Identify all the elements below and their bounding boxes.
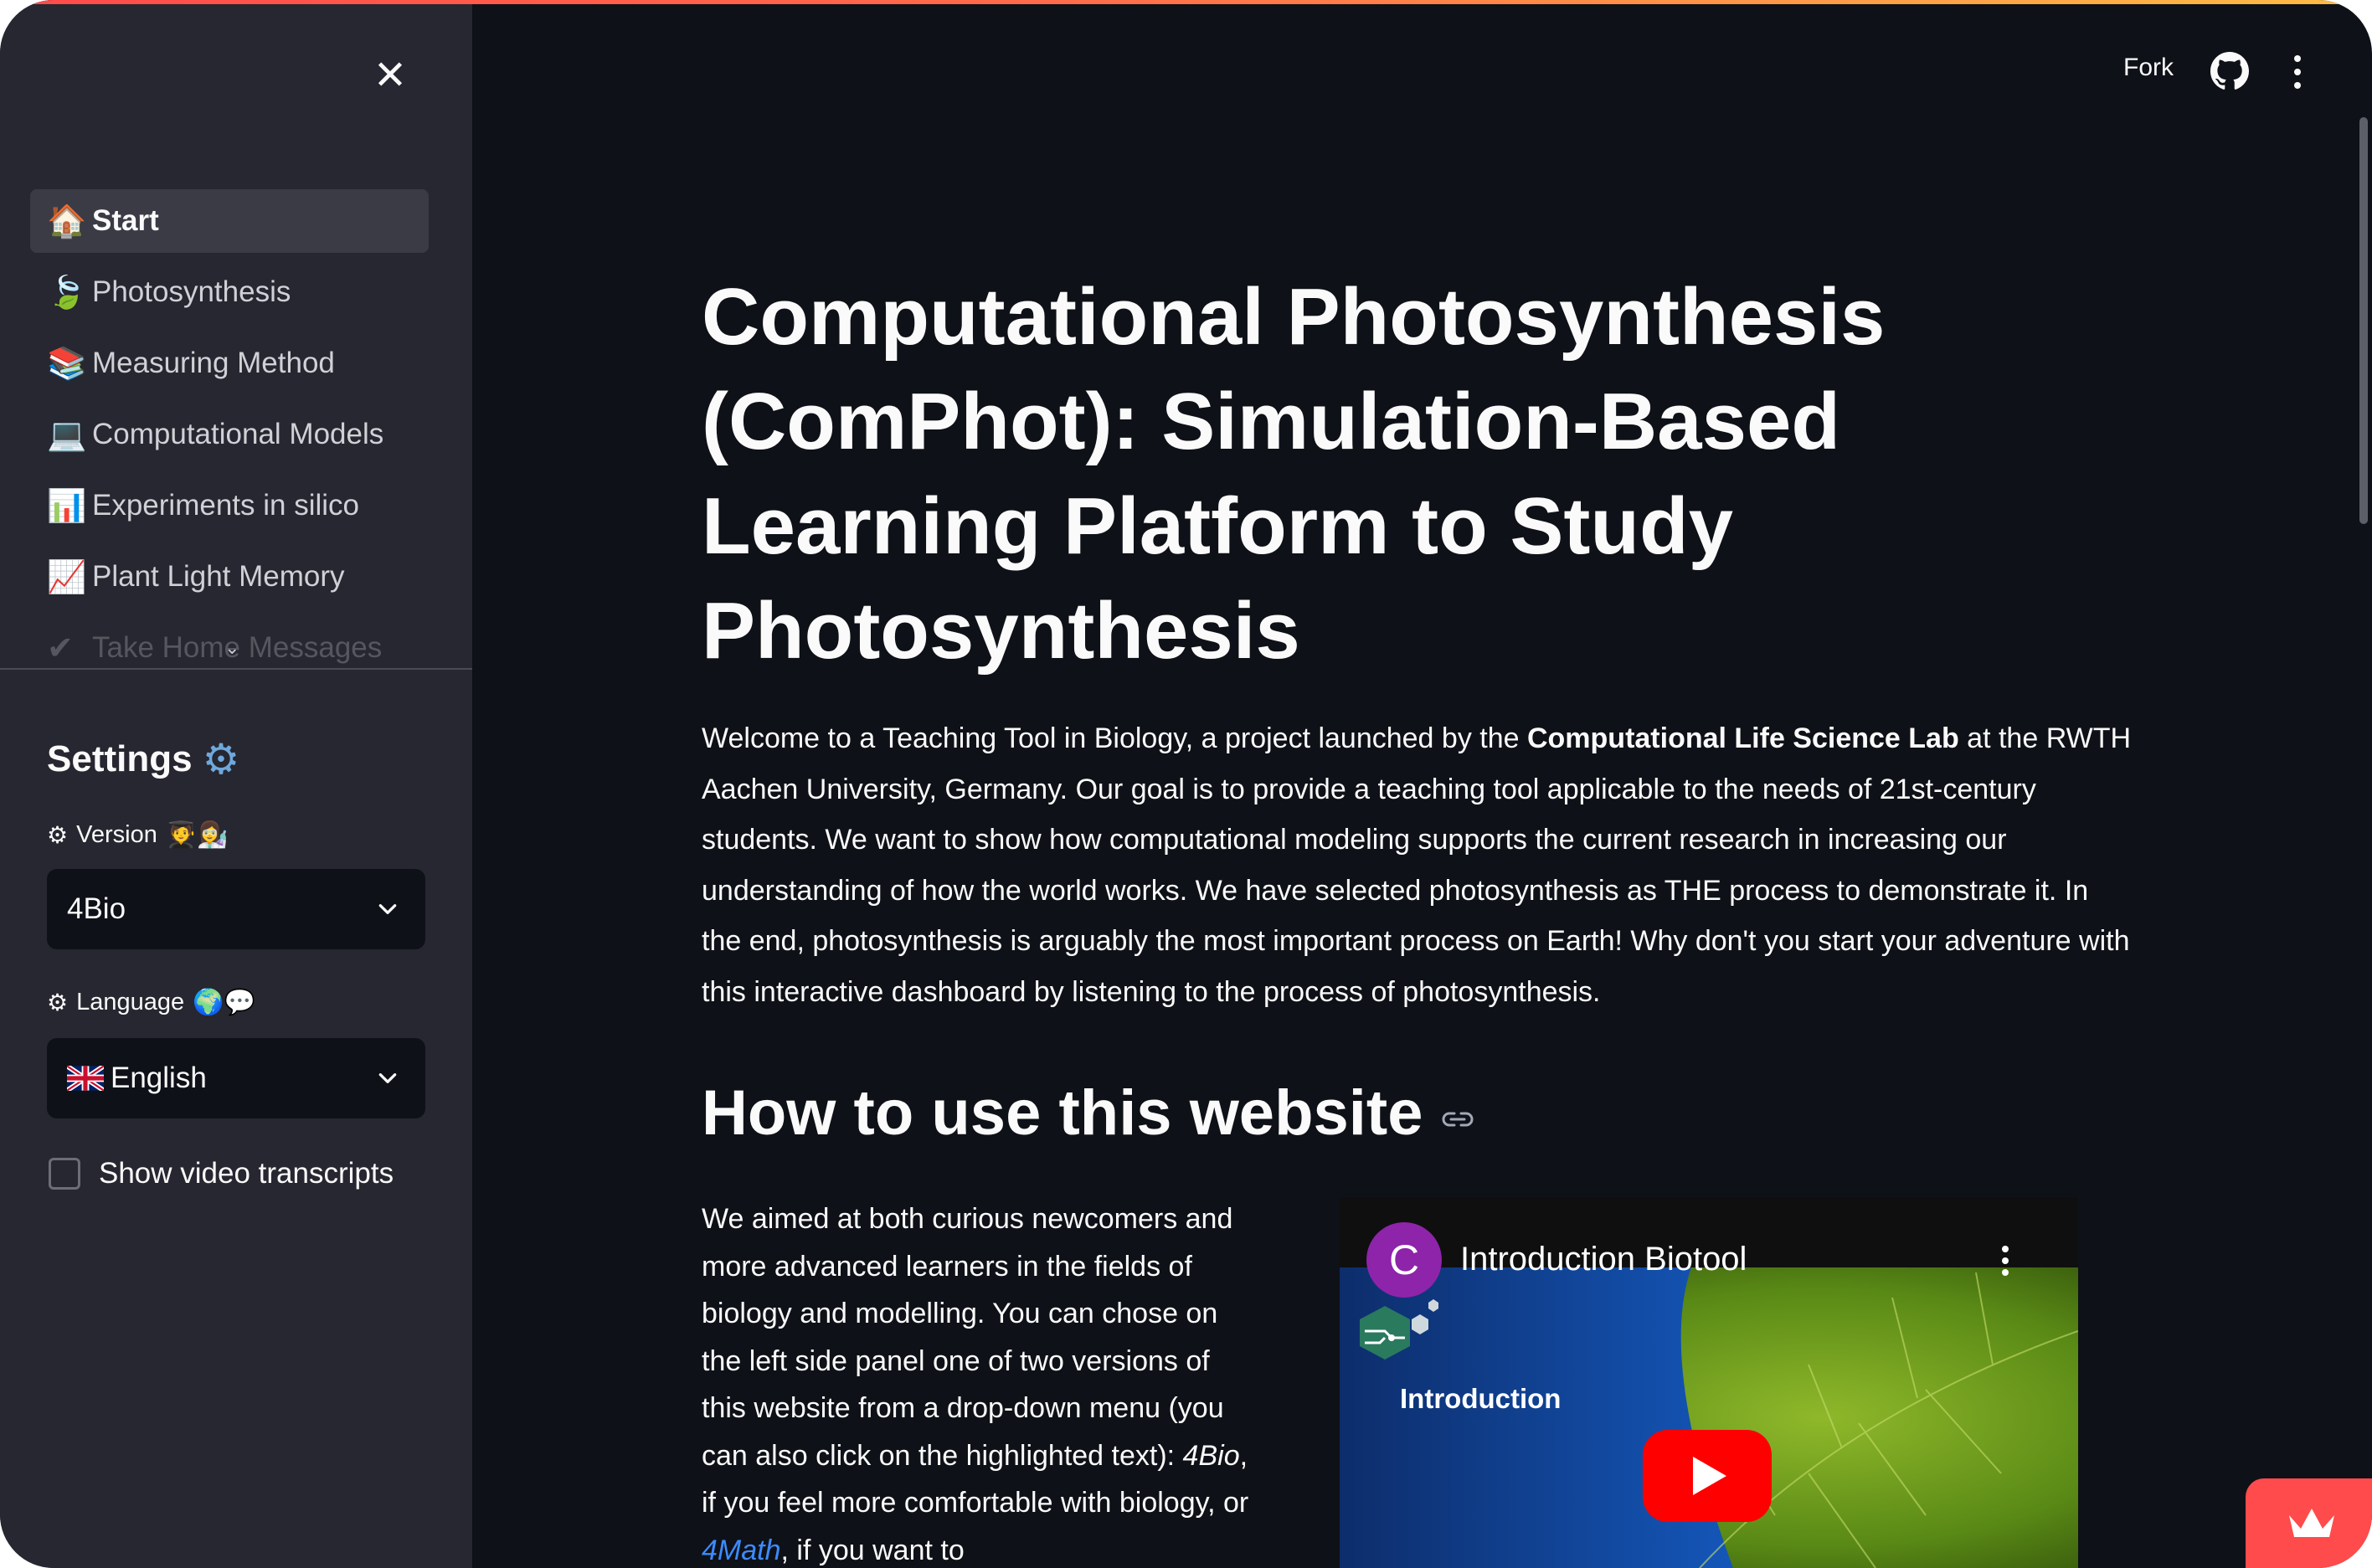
student-scientist-icon: 🧑‍🎓👩‍🔬 [165,820,229,850]
video-more-icon[interactable] [1999,1244,2011,1278]
bar-chart-icon: 📊 [47,486,87,524]
streamlit-badge[interactable] [2246,1478,2372,1568]
intro-text-start: Welcome to a Teaching Tool in Biology, a… [702,722,1527,754]
sidebar-item-label: Plant Light Memory [92,560,345,593]
language-label-text: Language [76,989,185,1015]
channel-avatar[interactable]: C [1366,1222,1442,1298]
laptop-icon: 💻 [47,415,87,453]
language-select[interactable]: English [47,1038,425,1118]
youtube-play-icon[interactable] [1643,1430,1772,1522]
gear-icon: ⚙ [202,735,240,784]
show-transcripts-label: Show video transcripts [99,1157,394,1190]
section-heading: How to use this website [702,1077,1476,1149]
usage-text-3: , if you want to [780,1534,965,1566]
settings-title: Settings [47,738,193,779]
close-sidebar-button[interactable]: ✕ [368,54,412,97]
gear-icon: ⚙ [47,821,69,849]
lab-name-bold: Computational Life Science Lab [1526,722,1959,754]
show-transcripts-toggle[interactable]: Show video transcripts [49,1157,394,1190]
language-select-value: English [67,1062,207,1095]
sidebar-item-photosynthesis[interactable]: 🍃 Photosynthesis [30,260,429,324]
usage-paragraph: We aimed at both curious newcomers and m… [702,1195,1254,1568]
video-title[interactable]: Introduction Biotool [1460,1241,1747,1278]
globe-speech-icon: 🌍💬 [193,988,255,1017]
version-4bio-text: 4Bio [1182,1439,1240,1472]
language-label: ⚙ Language 🌍💬 [47,988,255,1017]
sidebar-item-plant-light-memory[interactable]: 📈 Plant Light Memory [30,545,429,609]
page-title: Computational Photosynthesis (ComPhot): … [702,272,1886,676]
gear-icon: ⚙ [47,989,69,1016]
sidebar-item-experiments-in-silico[interactable]: 📊 Experiments in silico [30,474,429,537]
usage-text-1: We aimed at both curious newcomers and m… [702,1203,1233,1472]
sidebar-item-label: Measuring Method [92,347,335,379]
video-slide-text: Introduction [1400,1383,1562,1414]
sidebar-item-label: Experiments in silico [92,489,359,522]
version-4math-link[interactable]: 4Math [702,1535,781,1566]
checkmark-icon: ✔ [47,630,74,665]
uk-flag-icon [67,1066,104,1091]
leaf-icon: 🍃 [47,273,87,311]
kebab-menu-icon[interactable] [2287,54,2308,90]
intro-paragraph: Welcome to a Teaching Tool in Biology, a… [702,713,2135,1017]
app-window: ✕ 🏠 Start 🍃 Photosynthesis 📚 Measuring M… [0,0,2372,1568]
intro-text-end: at the RWTH Aachen University, Germany. … [702,722,2132,1008]
anchor-link-icon[interactable] [1439,1109,1476,1129]
sidebar: ✕ 🏠 Start 🍃 Photosynthesis 📚 Measuring M… [0,0,472,1568]
version-select[interactable]: 4Bio [47,869,425,949]
chevron-down-icon [378,904,397,914]
sidebar-divider [0,668,472,670]
sidebar-item-label: Computational Models [92,418,384,450]
section-title: How to use this website [702,1077,1423,1149]
sidebar-item-measuring-method[interactable]: 📚 Measuring Method [30,332,429,395]
show-transcripts-checkbox[interactable] [49,1158,80,1190]
sidebar-item-start[interactable]: 🏠 Start [30,189,429,253]
top-decoration-stripe [0,0,2372,4]
settings-heading: Settings ⚙ [47,735,239,784]
books-icon: 📚 [47,344,87,382]
crown-icon [2289,1509,2334,1537]
sidebar-item-label: Photosynthesis [92,275,291,308]
sidebar-nav: 🏠 Start 🍃 Photosynthesis 📚 Measuring Met… [30,189,429,665]
close-icon: ✕ [373,52,408,99]
expand-nav-chevron-icon[interactable]: ⌄ [224,638,239,659]
trend-chart-icon: 📈 [47,558,87,595]
version-label-text: Version [76,821,157,848]
sidebar-item-computational-models[interactable]: 💻 Computational Models [30,403,429,466]
language-select-text: English [111,1062,207,1094]
page-scrollbar[interactable] [2359,117,2368,524]
youtube-video-embed[interactable]: C Introduction Biotool Introduction [1340,1197,2078,1568]
github-icon[interactable] [2210,52,2249,90]
house-icon: 🏠 [47,202,87,239]
sidebar-item-label: Start [92,204,159,237]
fork-button[interactable]: Fork [2123,54,2174,82]
chevron-down-icon [378,1073,397,1083]
version-select-value: 4Bio [67,892,126,925]
version-label: ⚙ Version 🧑‍🎓👩‍🔬 [47,820,229,850]
